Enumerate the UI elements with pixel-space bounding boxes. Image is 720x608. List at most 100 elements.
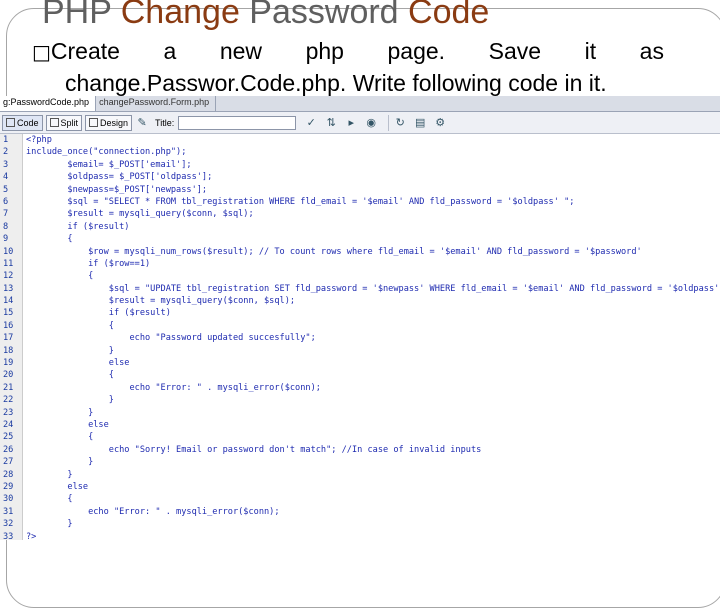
- code-line[interactable]: 27 }: [0, 456, 720, 468]
- split-view-icon: [49, 118, 59, 127]
- code-line[interactable]: 2 include_once("connection.php");: [0, 146, 720, 158]
- globe-icon[interactable]: ◉: [364, 116, 378, 130]
- code-line[interactable]: 23 }: [0, 407, 720, 419]
- line-number: 14: [3, 296, 14, 307]
- line-number: 17: [3, 333, 14, 344]
- code-text[interactable]: if ($row==1): [22, 258, 150, 270]
- code-line[interactable]: 4 $oldpass= $_POST['oldpass'];: [0, 171, 720, 183]
- code-text[interactable]: else: [22, 481, 88, 493]
- code-line[interactable]: 12 {: [0, 270, 720, 282]
- code-text[interactable]: }: [22, 518, 72, 530]
- code-line[interactable]: 22 }: [0, 394, 720, 406]
- code-line[interactable]: 18 }: [0, 345, 720, 357]
- code-text[interactable]: }: [22, 469, 72, 481]
- code-line[interactable]: 7 $result = mysqli_query($conn, $sql);: [0, 208, 720, 220]
- line-number: 21: [3, 382, 14, 393]
- code-line[interactable]: 1 <?php: [0, 134, 720, 146]
- code-line[interactable]: 21 echo "Error: " . mysqli_error($conn);: [0, 382, 720, 394]
- code-line[interactable]: 15 if ($result): [0, 307, 720, 319]
- code-text[interactable]: ?>: [22, 531, 36, 541]
- preview-icon[interactable]: ▸: [344, 116, 358, 130]
- code-text[interactable]: echo "Password updated succesfully";: [22, 332, 315, 344]
- line-number: 32: [3, 519, 14, 530]
- code-text[interactable]: }: [22, 345, 114, 357]
- code-text[interactable]: }: [22, 394, 114, 406]
- code-line[interactable]: 32 }: [0, 518, 720, 530]
- code-line[interactable]: 19 else: [0, 357, 720, 369]
- code-line[interactable]: 33 ?>: [0, 531, 720, 541]
- bullet-word: it: [584, 38, 597, 64]
- split-view-label: Split: [60, 117, 79, 128]
- split-view-button[interactable]: Split: [45, 114, 83, 131]
- code-text[interactable]: {: [22, 369, 114, 381]
- code-line[interactable]: 28 }: [0, 469, 720, 481]
- code-text[interactable]: {: [22, 493, 72, 505]
- code-text[interactable]: {: [22, 431, 93, 443]
- code-line[interactable]: 16 {: [0, 320, 720, 332]
- code-line[interactable]: 30 {: [0, 493, 720, 505]
- code-area[interactable]: 1 <?php 2 include_once("connection.php"); 3 …: [0, 134, 720, 540]
- code-line[interactable]: 13 $sql = "UPDATE tbl_registration SET f…: [0, 283, 720, 295]
- code-line[interactable]: 24 else: [0, 419, 720, 431]
- code-text[interactable]: <?php: [22, 134, 52, 146]
- document-tab-change-password-code[interactable]: g:PasswordCode.php: [0, 96, 97, 111]
- code-text[interactable]: $result = mysqli_query($conn, $sql);: [22, 208, 253, 220]
- line-number: 25: [3, 432, 14, 443]
- code-line[interactable]: 5 $newpass=$_POST['newpass'];: [0, 184, 720, 196]
- design-view-button[interactable]: Design: [85, 114, 133, 131]
- code-text[interactable]: }: [22, 456, 93, 468]
- validate-icon[interactable]: ✓: [304, 116, 318, 130]
- live-view-icon[interactable]: ✎: [135, 116, 149, 130]
- code-line[interactable]: 17 echo "Password updated succesfully";: [0, 332, 720, 344]
- code-line[interactable]: 25 {: [0, 431, 720, 443]
- code-line[interactable]: 11 if ($row==1): [0, 258, 720, 270]
- code-text[interactable]: {: [22, 233, 72, 245]
- code-text[interactable]: $sql = "UPDATE tbl_registration SET fld_…: [22, 283, 720, 295]
- refresh-icon[interactable]: ↻: [393, 116, 407, 130]
- code-line[interactable]: 29 else: [0, 481, 720, 493]
- code-text[interactable]: $email= $_POST['email'];: [22, 159, 191, 171]
- code-text[interactable]: echo "Sorry! Email or password don't mat…: [22, 444, 482, 456]
- code-text[interactable]: echo "Error: " . mysqli_error($conn);: [22, 506, 279, 518]
- code-text[interactable]: $row = mysqli_num_rows($result); // To c…: [22, 246, 642, 258]
- document-tab-change-password-form[interactable]: changePassword.Form.php: [96, 96, 217, 111]
- code-line[interactable]: 14 $result = mysqli_query($conn, $sql);: [0, 295, 720, 307]
- code-line[interactable]: 20 {: [0, 369, 720, 381]
- line-number: 29: [3, 481, 14, 492]
- line-number: 3: [3, 159, 9, 170]
- view-options-icon[interactable]: ▤: [413, 116, 427, 130]
- file-manage-icon[interactable]: ⇅: [324, 116, 338, 130]
- code-text[interactable]: {: [22, 320, 114, 332]
- code-line[interactable]: 6 $sql = "SELECT * FROM tbl_registration…: [0, 196, 720, 208]
- code-pane[interactable]: 1 <?php 2 include_once("connection.php"); 3 …: [0, 134, 720, 540]
- visual-aids-icon[interactable]: ⚙: [433, 116, 447, 130]
- code-text[interactable]: else: [22, 357, 130, 369]
- code-text[interactable]: {: [22, 270, 93, 282]
- bullet-paragraph: □Create a new php page. Save it as chang…: [32, 36, 664, 99]
- code-line[interactable]: 26 echo "Sorry! Email or password don't …: [0, 444, 720, 456]
- line-number: 11: [3, 258, 14, 269]
- code-line[interactable]: 3 $email= $_POST['email'];: [0, 159, 720, 171]
- code-text[interactable]: $oldpass= $_POST['oldpass'];: [22, 171, 212, 183]
- code-text[interactable]: $result = mysqli_query($conn, $sql);: [22, 295, 295, 307]
- code-text[interactable]: echo "Error: " . mysqli_error($conn);: [22, 382, 320, 394]
- line-number: 2: [3, 147, 9, 158]
- code-text[interactable]: else: [22, 419, 109, 431]
- code-text[interactable]: if ($result): [22, 307, 171, 319]
- bullet-line-2: change.Passwor.Code.php. Write following…: [65, 70, 607, 96]
- line-number: 15: [3, 308, 14, 319]
- code-text[interactable]: if ($result): [22, 221, 129, 233]
- code-text[interactable]: $newpass=$_POST['newpass'];: [22, 184, 207, 196]
- line-number: 7: [3, 209, 9, 220]
- code-text[interactable]: }: [22, 407, 93, 419]
- code-view-button[interactable]: Code: [2, 114, 43, 131]
- code-line[interactable]: 10 $row = mysqli_num_rows($result); // T…: [0, 246, 720, 258]
- code-line[interactable]: 31 echo "Error: " . mysqli_error($conn);: [0, 506, 720, 518]
- code-line[interactable]: 9 {: [0, 233, 720, 245]
- code-text[interactable]: $sql = "SELECT * FROM tbl_registration W…: [22, 196, 574, 208]
- line-number: 1: [3, 135, 9, 145]
- line-number: 5: [3, 184, 9, 195]
- code-line[interactable]: 8 if ($result): [0, 221, 720, 233]
- title-input[interactable]: [178, 115, 297, 130]
- code-text[interactable]: include_once("connection.php");: [22, 146, 186, 158]
